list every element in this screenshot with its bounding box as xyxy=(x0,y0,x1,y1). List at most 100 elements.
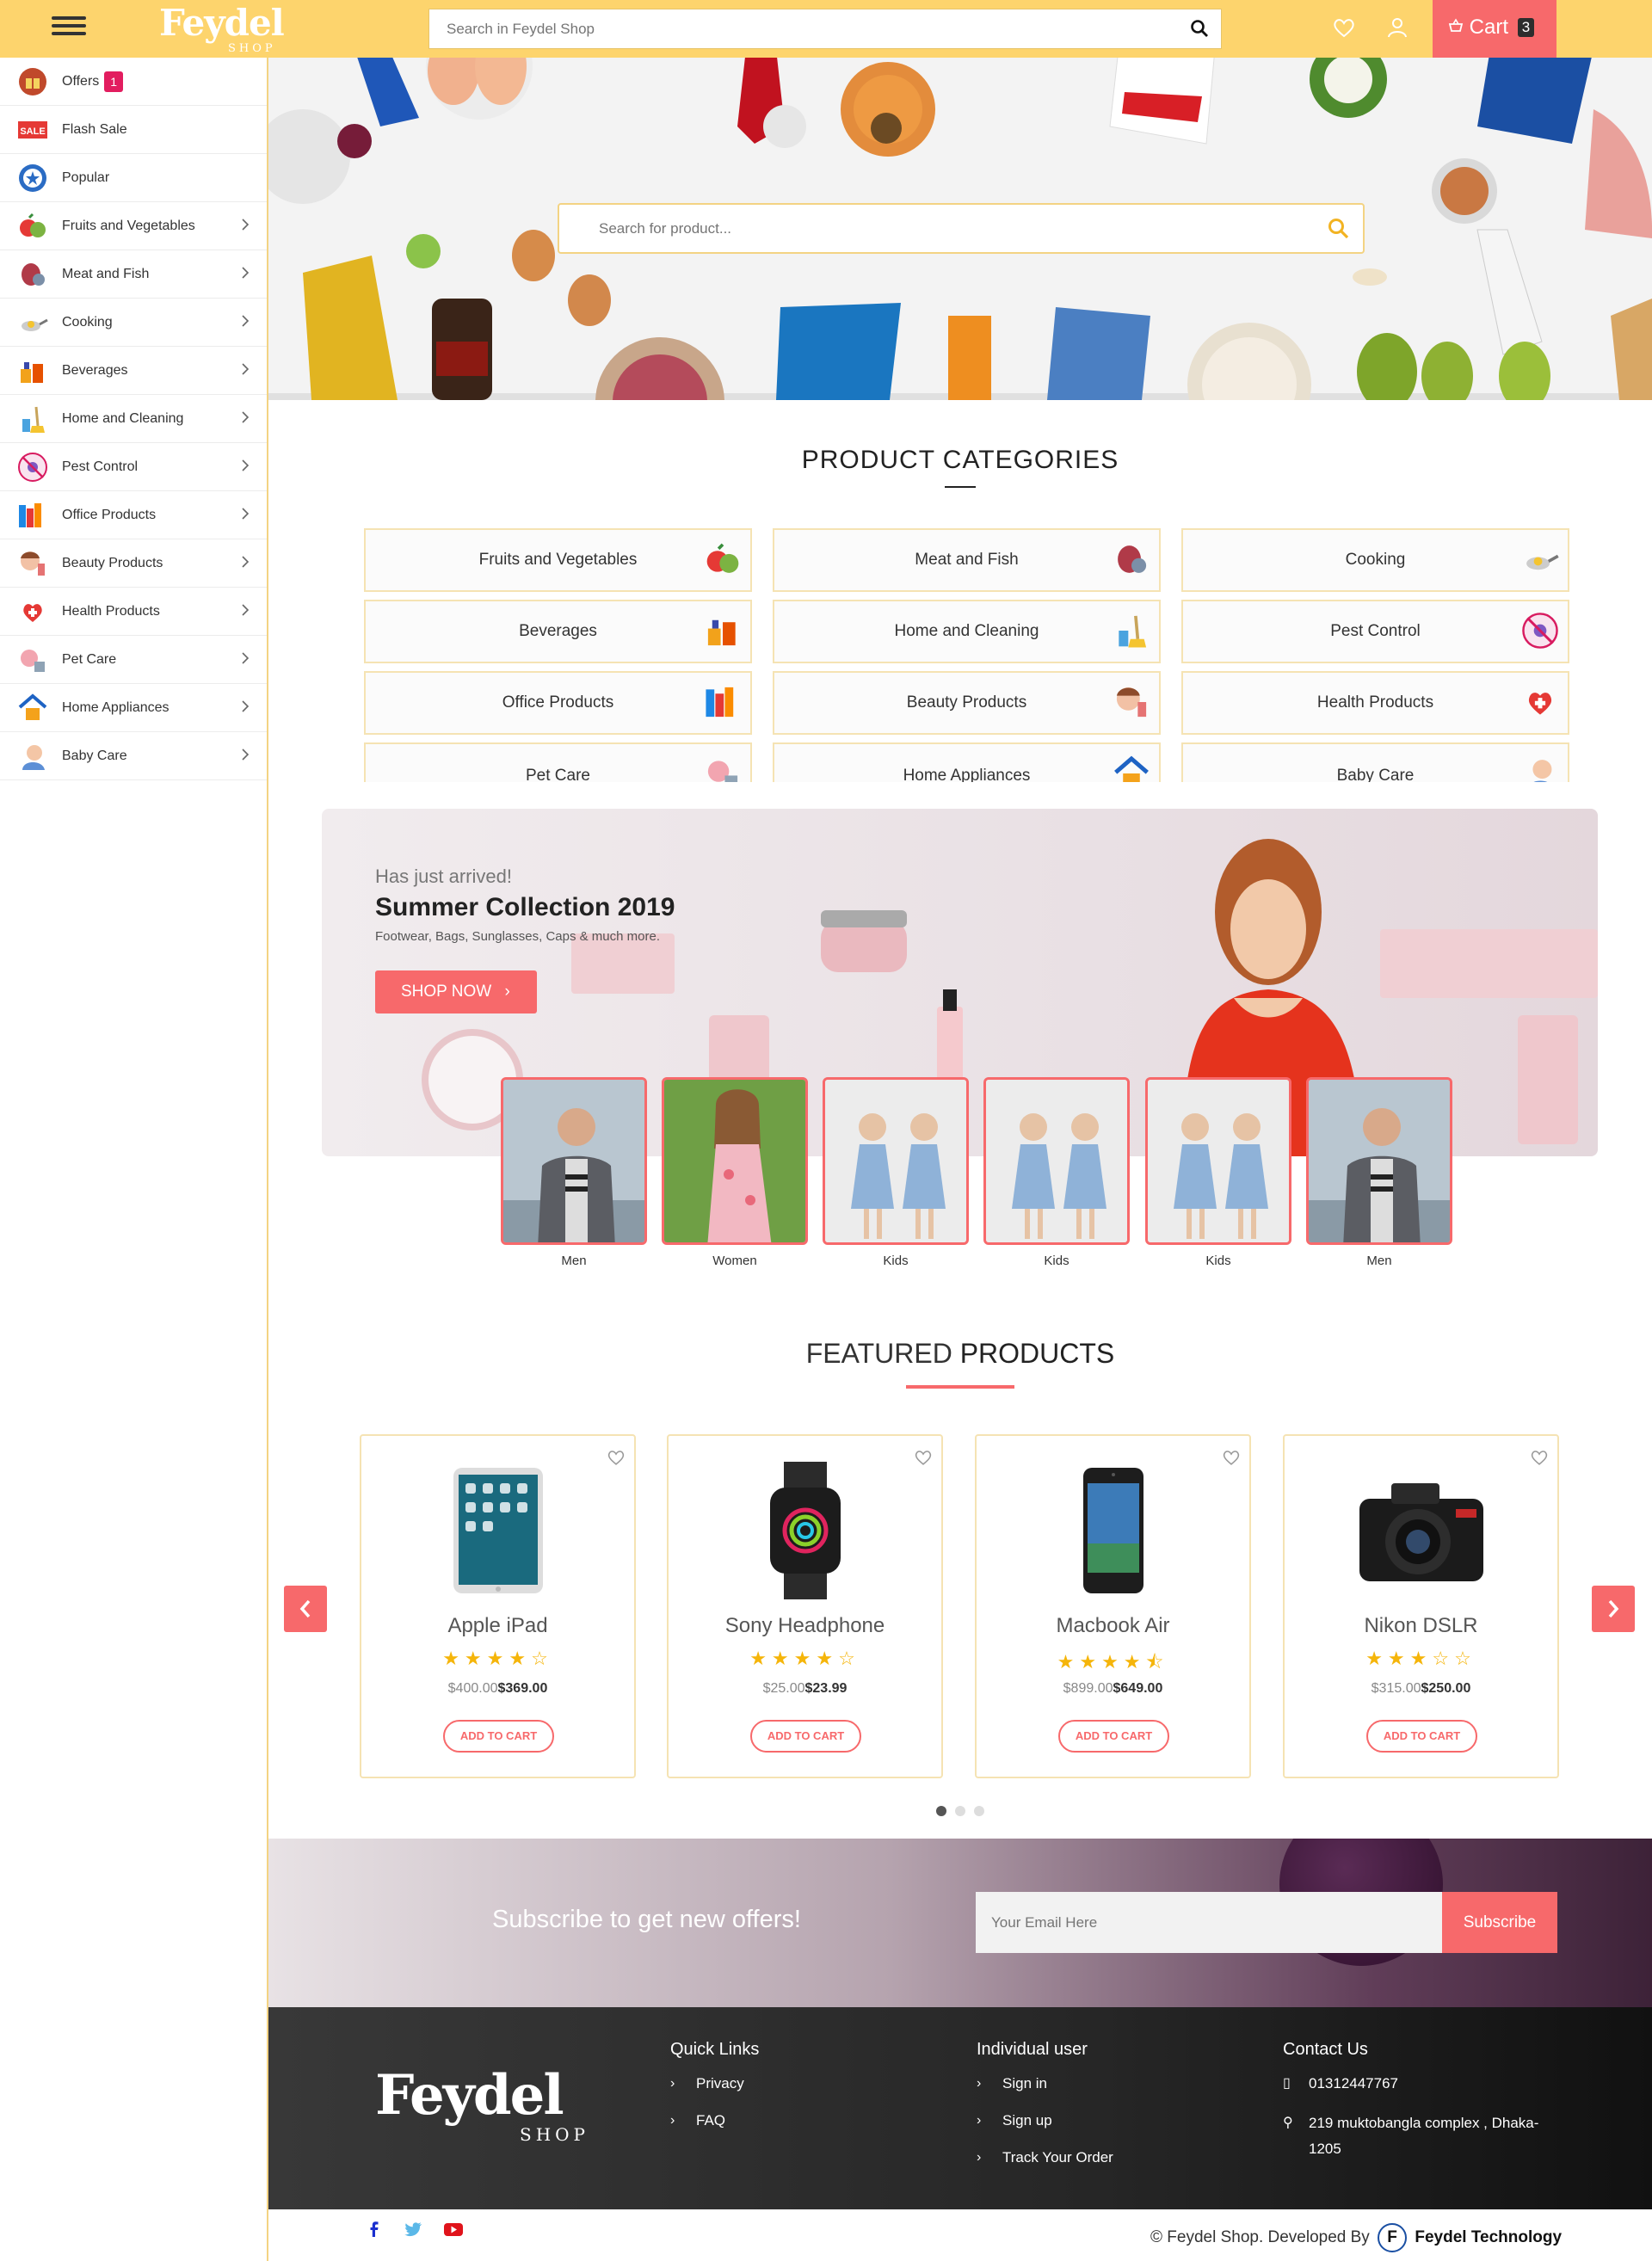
chevron-right-icon xyxy=(241,507,250,525)
footer-logo[interactable]: Feydel SHOP xyxy=(375,2067,585,2146)
category-card[interactable]: Home Appliances xyxy=(773,742,1161,782)
carousel-prev-button[interactable] xyxy=(284,1586,327,1632)
footer-link-track-order[interactable]: › Track Your Order xyxy=(977,2147,1113,2168)
footer-link-faq[interactable]: › FAQ xyxy=(670,2110,759,2131)
product-old-price: $899.00 xyxy=(1063,1681,1113,1696)
sidebar-item[interactable]: Beverages xyxy=(0,347,267,395)
footer-link-privacy[interactable]: › Privacy xyxy=(670,2073,759,2094)
subscribe-section: Subscribe to get new offers! Subscribe xyxy=(268,1839,1652,2007)
carousel-dot[interactable] xyxy=(936,1806,946,1816)
categories-heading-underline xyxy=(945,486,976,488)
sidebar-item[interactable]: Home Appliances xyxy=(0,684,267,732)
sidebar-item-label: Office Products xyxy=(62,507,157,522)
office-books-icon xyxy=(15,498,50,533)
product-card[interactable]: Sony Headphone ★★★★☆ $25.00$23.99 ADD TO CA… xyxy=(667,1434,943,1778)
sidebar-item[interactable]: Popular xyxy=(0,154,267,202)
category-card-label: Office Products xyxy=(502,693,614,712)
product-image-frame[interactable] xyxy=(669,1462,941,1599)
add-to-cart-button[interactable]: ADD TO CART xyxy=(750,1720,861,1753)
collection-thumbnail[interactable] xyxy=(823,1077,969,1245)
category-card[interactable]: Office Products xyxy=(364,671,752,735)
facebook-icon[interactable] xyxy=(363,2218,385,2240)
sidebar-item-label: Beauty Products xyxy=(62,555,163,570)
collection-thumbnail[interactable] xyxy=(1145,1077,1291,1245)
chevron-right-icon xyxy=(241,699,250,718)
collection-thumbnail[interactable] xyxy=(1306,1077,1452,1245)
footer-link-label: FAQ xyxy=(696,2112,726,2129)
feydel-technology-logo-icon: F xyxy=(1378,2223,1408,2252)
collection-thumbnail[interactable] xyxy=(662,1077,808,1245)
category-card[interactable]: Pet Care xyxy=(364,742,752,782)
site-logo[interactable]: Feydel SHOP xyxy=(159,2,285,56)
category-card-label: Baby Care xyxy=(1336,767,1415,782)
add-to-cart-button[interactable]: ADD TO CART xyxy=(1366,1720,1477,1753)
sidebar-item[interactable]: Fruits and Vegetables xyxy=(0,202,267,250)
footer-link-sign-up[interactable]: › Sign up xyxy=(977,2110,1113,2131)
category-card[interactable]: Health Products xyxy=(1181,671,1569,735)
product-image-frame[interactable] xyxy=(361,1462,634,1599)
sidebar-item[interactable]: SALE Flash Sale xyxy=(0,106,267,154)
cart-button[interactable]: Cart 3 xyxy=(1433,0,1556,58)
sidebar-item[interactable]: Pest Control xyxy=(0,443,267,491)
shop-now-button[interactable]: SHOP NOW › xyxy=(375,970,537,1013)
subscribe-button[interactable]: Subscribe xyxy=(1442,1892,1557,1953)
sidebar-item[interactable]: Pet Care xyxy=(0,636,267,684)
sidebar-item[interactable]: Office Products xyxy=(0,491,267,539)
collection-thumbnail-label: Kids xyxy=(883,1254,909,1268)
add-to-cart-button[interactable]: ADD TO CART xyxy=(1058,1720,1169,1753)
youtube-icon[interactable] xyxy=(442,2218,465,2240)
category-card[interactable]: Fruits and Vegetables xyxy=(364,528,752,592)
carousel-dot[interactable] xyxy=(955,1806,965,1816)
user-account-icon[interactable] xyxy=(1385,15,1409,44)
footer-link-sign-in[interactable]: › Sign in xyxy=(977,2073,1113,2094)
collection-thumbnail[interactable] xyxy=(501,1077,647,1245)
category-card[interactable]: Baby Care xyxy=(1181,742,1569,782)
header-search-input[interactable] xyxy=(429,9,1152,48)
chevron-right-icon xyxy=(241,266,250,284)
twitter-icon[interactable] xyxy=(403,2218,425,2240)
hamburger-menu-icon[interactable] xyxy=(52,16,86,40)
product-card[interactable]: Macbook Air ★★★★⯪ $899.00$649.00 ADD TO CAR… xyxy=(975,1434,1251,1778)
product-card[interactable]: Apple iPad ★★★★☆ $400.00$369.00 ADD TO CART xyxy=(360,1434,636,1778)
search-icon[interactable] xyxy=(1327,217,1351,245)
sidebar-item[interactable]: Home and Cleaning xyxy=(0,395,267,443)
beverages-icon xyxy=(704,612,742,655)
carousel-next-button[interactable] xyxy=(1592,1586,1635,1632)
category-card[interactable]: Cooking xyxy=(1181,528,1569,592)
category-card[interactable]: Home and Cleaning xyxy=(773,600,1161,663)
add-to-cart-button[interactable]: ADD TO CART xyxy=(443,1720,554,1753)
logo-text: Feydel xyxy=(159,2,285,44)
sidebar-item[interactable]: Meat and Fish xyxy=(0,250,267,299)
product-old-price: $25.00 xyxy=(762,1681,805,1696)
wishlist-heart-icon[interactable] xyxy=(1332,15,1356,44)
sidebar-item[interactable]: Beauty Products xyxy=(0,539,267,588)
product-name[interactable]: Sony Headphone xyxy=(669,1614,941,1638)
category-card[interactable]: Pest Control xyxy=(1181,600,1569,663)
pet-icon xyxy=(15,643,50,677)
sidebar-item[interactable]: Offers 1 xyxy=(0,58,267,106)
search-icon[interactable] xyxy=(1190,19,1209,42)
product-name[interactable]: Nikon DSLR xyxy=(1285,1614,1557,1638)
product-name[interactable]: Macbook Air xyxy=(977,1614,1249,1638)
collection-thumbnail-label: Kids xyxy=(1044,1254,1069,1268)
footer-link-label: Sign up xyxy=(1002,2112,1052,2129)
featured-heading: FEATURED PRODUCTS xyxy=(268,1338,1652,1370)
sidebar-item[interactable]: Health Products xyxy=(0,588,267,636)
developer-link[interactable]: Feydel Technology xyxy=(1415,2228,1562,2246)
sidebar-item[interactable]: Baby Care xyxy=(0,732,267,780)
product-card[interactable]: Nikon DSLR ★★★☆☆ $315.00$250.00 ADD TO CART xyxy=(1283,1434,1559,1778)
sidebar-item[interactable]: Cooking xyxy=(0,299,267,347)
product-name[interactable]: Apple iPad xyxy=(361,1614,634,1638)
footer-contact: Contact Us ▯ 01312447767 ⚲ 219 muktobangla… xyxy=(1283,2040,1567,2178)
category-card[interactable]: Beauty Products xyxy=(773,671,1161,735)
category-card[interactable]: Meat and Fish xyxy=(773,528,1161,592)
subscribe-email-input[interactable] xyxy=(976,1892,1442,1953)
product-image-frame[interactable] xyxy=(1285,1462,1557,1599)
collection-thumbnail[interactable] xyxy=(983,1077,1130,1245)
map-pin-icon: ⚲ xyxy=(1283,2116,1293,2130)
carousel-dot[interactable] xyxy=(974,1806,984,1816)
hero-search-input[interactable] xyxy=(559,205,1299,252)
category-card[interactable]: Beverages xyxy=(364,600,752,663)
collection-photo xyxy=(986,1080,1127,1242)
product-image-frame[interactable] xyxy=(977,1462,1249,1599)
